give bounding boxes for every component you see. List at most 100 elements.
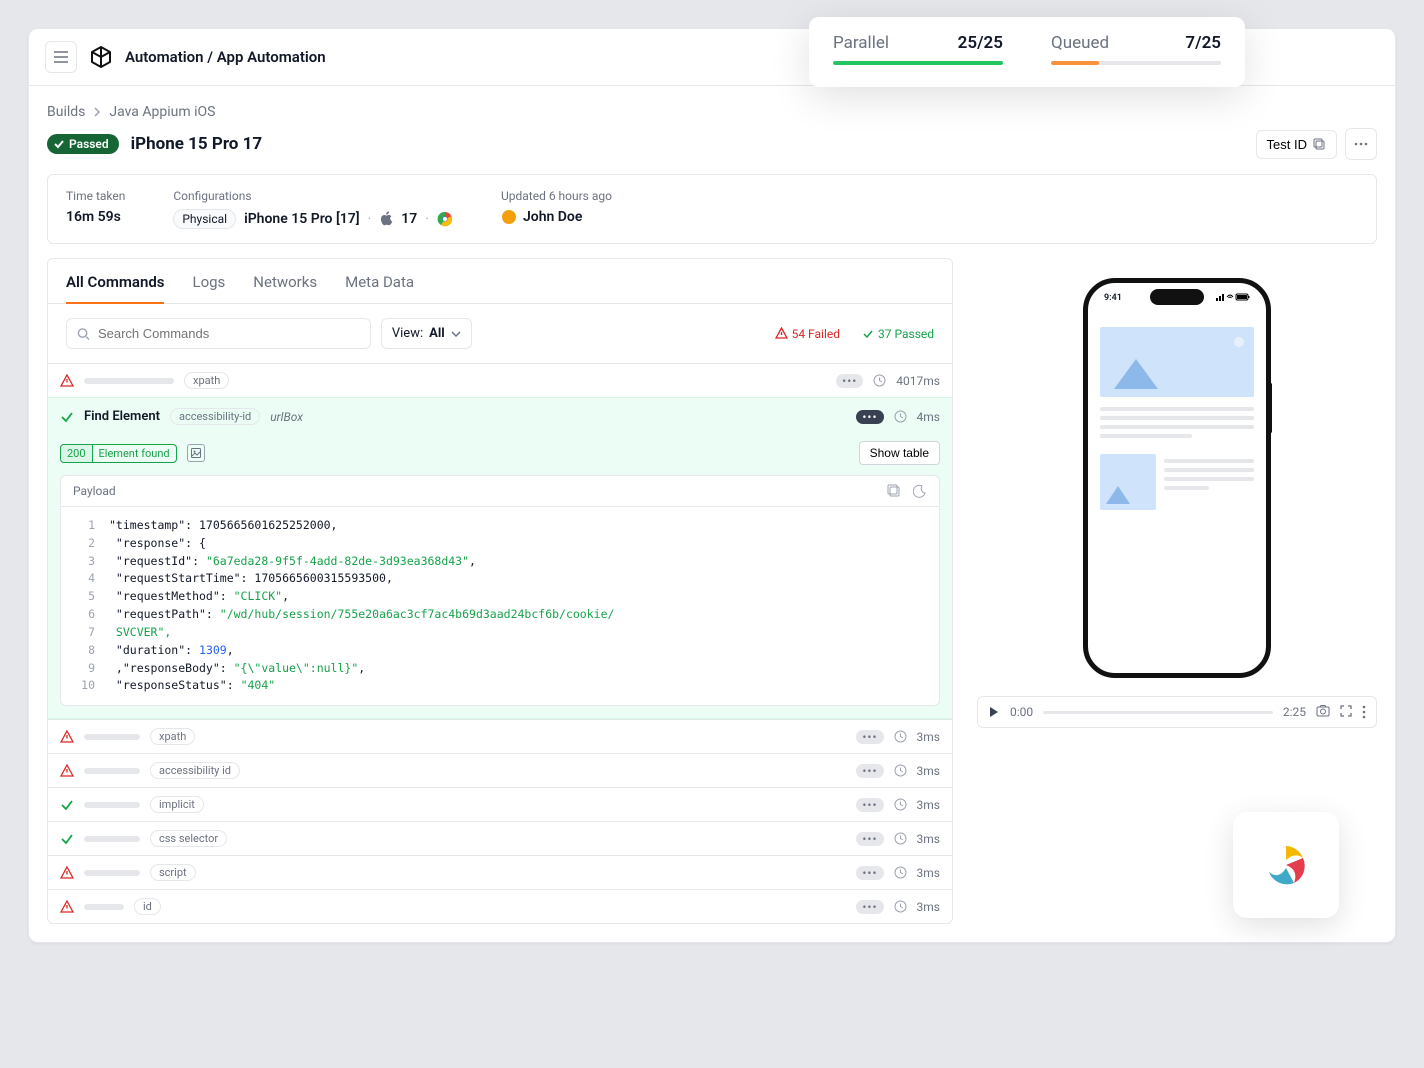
status-parallel-value: 25/25 (958, 33, 1003, 53)
more-button[interactable] (1345, 128, 1377, 160)
clock-icon (873, 374, 886, 387)
preview-image (1100, 327, 1254, 397)
status-badge-label: Passed (69, 137, 109, 151)
locator-tag: xpath (184, 372, 229, 389)
row-duration: 3ms (917, 730, 940, 744)
search-input-wrap[interactable] (66, 318, 371, 349)
info-updated: Updated 6 hours ago John Doe (501, 189, 612, 225)
command-name: Find Element (84, 409, 160, 424)
status-queued-value: 7/25 (1185, 33, 1221, 53)
view-dropdown[interactable]: View: All (381, 318, 472, 349)
copy-icon[interactable] (887, 484, 901, 498)
tab-all-commands[interactable]: All Commands (66, 273, 164, 303)
fullscreen-icon[interactable] (1340, 705, 1352, 717)
clock-icon (894, 764, 907, 777)
device-name: iPhone 15 Pro [17] (244, 211, 360, 227)
warn-icon (60, 866, 74, 880)
more-vert-icon[interactable] (1362, 705, 1366, 719)
row-menu[interactable]: ••• (836, 374, 863, 388)
status-badge: Passed (47, 134, 119, 154)
row-duration: 3ms (917, 832, 940, 846)
info-time-label: Time taken (66, 189, 125, 203)
command-row[interactable]: css selector ••• 3ms (48, 821, 952, 855)
theme-icon[interactable] (913, 484, 927, 498)
row-menu[interactable]: ••• (856, 410, 883, 424)
row-menu[interactable]: ••• (856, 798, 883, 812)
test-id-button[interactable]: Test ID (1256, 130, 1337, 159)
row-menu[interactable]: ••• (856, 900, 883, 914)
breadcrumb-root[interactable]: Builds (47, 104, 85, 120)
status-queued: Queued 7/25 (1051, 33, 1221, 65)
command-row[interactable]: id ••• 3ms (48, 889, 952, 923)
command-row[interactable]: xpath ••• 3ms (48, 719, 952, 753)
row-menu[interactable]: ••• (856, 730, 883, 744)
command-row[interactable]: xpath ••• 4017ms (48, 363, 952, 397)
chevron-right-icon (93, 107, 101, 117)
row-menu[interactable]: ••• (856, 764, 883, 778)
row-menu[interactable]: ••• (856, 832, 883, 846)
locator-tag: implicit (150, 796, 204, 813)
info-time: Time taken 16m 59s (66, 189, 125, 225)
view-value: All (429, 326, 445, 341)
avatar (501, 209, 517, 225)
row-duration: 4ms (917, 410, 940, 424)
play-icon[interactable] (988, 706, 1000, 718)
locator-tag: accessibility-id (170, 408, 260, 425)
locator-tag: accessibility id (150, 762, 240, 779)
locator-tag: xpath (150, 728, 195, 745)
show-table-button[interactable]: Show table (859, 441, 940, 465)
os-version: 17 (401, 211, 417, 227)
menu-button[interactable] (45, 41, 77, 73)
search-input[interactable] (98, 326, 360, 341)
status-parallel: Parallel 25/25 (833, 33, 1003, 65)
tab-logs[interactable]: Logs (192, 273, 225, 303)
browser-icon (437, 211, 453, 227)
menu-icon (54, 51, 68, 63)
camera-icon[interactable] (1316, 705, 1330, 717)
warn-icon (60, 730, 74, 744)
command-row[interactable]: implicit •••3ms (48, 787, 952, 821)
video-player: 0:00 2:25 (977, 696, 1377, 728)
command-row-expanded: Find Element accessibility-id urlBox •••… (48, 397, 952, 719)
row-duration: 3ms (917, 900, 940, 914)
row-menu[interactable]: ••• (856, 866, 883, 880)
user-name: John Doe (523, 209, 582, 225)
phone-time: 9:41 (1104, 293, 1122, 303)
screenshot-icon[interactable] (187, 444, 205, 462)
phone-status-icons (1216, 293, 1250, 303)
page-title: iPhone 15 Pro 17 (131, 134, 263, 154)
check-icon (60, 832, 74, 846)
payload-code[interactable]: 1"timestamp": 1705665601625252000, 2 "re… (61, 507, 939, 705)
locator-tag: id (134, 898, 161, 915)
locator-tag: script (150, 864, 196, 881)
passed-count: 37 Passed (862, 327, 934, 341)
tab-meta-data[interactable]: Meta Data (345, 273, 414, 303)
clock-icon (894, 900, 907, 913)
payload-panel: Payload 1"timestamp": 170566560162525200… (60, 475, 940, 706)
row-duration: 4017ms (896, 374, 940, 388)
info-config: Configurations Physical iPhone 15 Pro [1… (173, 189, 453, 229)
breadcrumb: Builds Java Appium iOS (47, 104, 1377, 120)
locator-tag: css selector (150, 830, 227, 847)
status-parallel-label: Parallel (833, 33, 889, 53)
floating-widget[interactable] (1233, 812, 1339, 918)
video-track[interactable] (1043, 711, 1273, 714)
view-prefix: View: (392, 326, 423, 341)
status-card: Parallel 25/25 Queued 7/25 (809, 17, 1245, 87)
tab-networks[interactable]: Networks (253, 273, 317, 303)
row-duration: 3ms (917, 866, 940, 880)
info-updated-label: Updated 6 hours ago (501, 189, 612, 203)
command-row[interactable]: accessibility id •••3ms (48, 753, 952, 787)
command-row[interactable]: script ••• 3ms (48, 855, 952, 889)
search-icon (77, 327, 90, 341)
physical-chip: Physical (173, 209, 236, 229)
clock-icon (894, 866, 907, 879)
swirl-icon (1259, 838, 1313, 892)
clock-icon (894, 798, 907, 811)
clock-icon (894, 730, 907, 743)
video-duration: 2:25 (1283, 705, 1306, 719)
response-code: 200 (61, 445, 93, 462)
breadcrumb-item[interactable]: Java Appium iOS (109, 104, 215, 120)
chevron-down-icon (451, 331, 461, 337)
response-label: Element found (93, 445, 176, 462)
